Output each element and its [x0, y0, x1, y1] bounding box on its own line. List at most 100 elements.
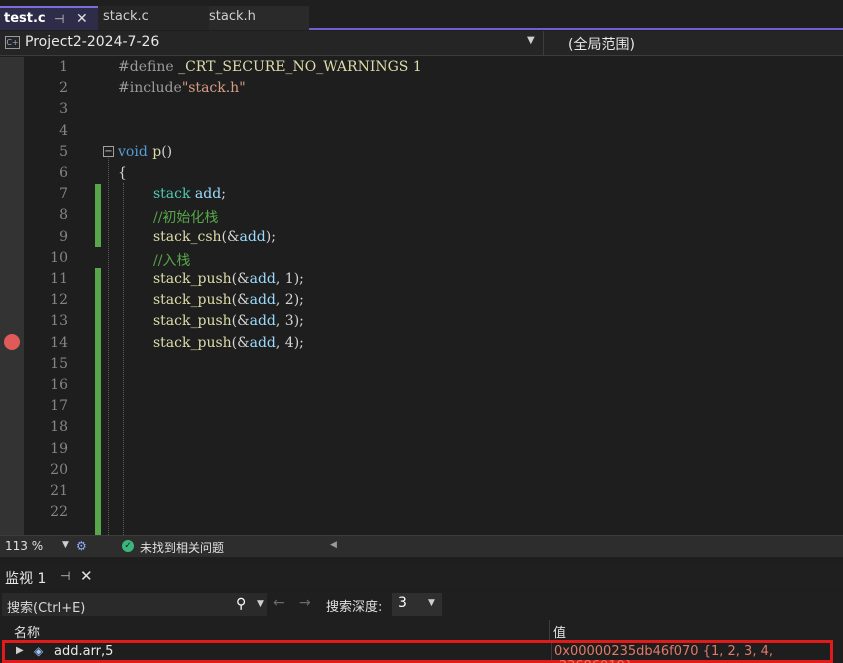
- tab-label: stack.h: [209, 9, 256, 24]
- code-token: (): [161, 144, 173, 160]
- scope-dropdown[interactable]: (全局范围): [568, 34, 635, 54]
- code-line: {: [118, 165, 127, 181]
- code-token: , 4);: [275, 335, 304, 351]
- code-token: stack_push: [153, 313, 232, 329]
- chevron-down-icon[interactable]: ▼: [428, 598, 435, 608]
- code-comment: //入栈: [153, 253, 191, 269]
- line-number: 8: [59, 207, 68, 223]
- line-number: 16: [50, 377, 68, 393]
- tab-stack-c[interactable]: stack.c: [98, 6, 210, 30]
- code-token: add: [249, 271, 276, 287]
- search-input[interactable]: 搜索(Ctrl+E) ⚲ ▼: [2, 593, 267, 616]
- issues-status[interactable]: 未找到相关问题: [140, 539, 224, 556]
- watch-panel-title[interactable]: 监视 1: [5, 568, 46, 588]
- chevron-down-icon[interactable]: ▼: [527, 35, 535, 46]
- check-circle-icon: ✓: [122, 540, 134, 552]
- arrow-left-icon[interactable]: ←: [273, 595, 285, 611]
- code-comment: //初始化栈: [153, 210, 219, 226]
- code-token: , 1);: [275, 271, 304, 287]
- column-header-value[interactable]: 值: [553, 622, 566, 641]
- tab-stack-h[interactable]: stack.h: [209, 6, 309, 30]
- code-line: #include"stack.h": [118, 80, 246, 96]
- line-number: 14: [50, 335, 68, 351]
- code-cleanup-icon[interactable]: ⚙: [76, 539, 87, 553]
- line-number: 6: [59, 165, 68, 181]
- code-line: stack_push(&add, 3);: [153, 313, 304, 329]
- close-icon[interactable]: ✕: [76, 8, 88, 30]
- chevron-right-icon[interactable]: ▶: [16, 645, 24, 656]
- code-line: void p(): [118, 144, 172, 160]
- code-token: p: [147, 144, 162, 160]
- arrow-right-icon[interactable]: →: [299, 595, 311, 611]
- code-token: add: [190, 186, 222, 202]
- line-number: 7: [59, 186, 68, 202]
- tab-label: test.c: [4, 11, 46, 26]
- line-number: 11: [50, 271, 68, 287]
- code-token: stack: [153, 186, 191, 202]
- close-icon[interactable]: ✕: [80, 567, 93, 585]
- line-number: 20: [50, 462, 68, 478]
- scroll-left-icon[interactable]: ◀: [330, 540, 337, 550]
- watch-value-cell[interactable]: 0x00000235db46f070 {1, 2, 3, 4, -3368601…: [554, 644, 830, 663]
- tab-label: stack.c: [103, 9, 149, 24]
- code-line: #define _CRT_SECURE_NO_WARNINGS 1: [118, 59, 422, 75]
- line-number: 4: [59, 123, 68, 139]
- code-token: stack_push: [153, 292, 232, 308]
- line-number: 21: [50, 483, 68, 499]
- tab-bar: test.c ⊣ ✕ stack.c stack.h: [0, 0, 843, 30]
- divider: [543, 31, 544, 56]
- code-token: _CRT_SECURE_NO_WARNINGS 1: [173, 59, 422, 75]
- pin-icon[interactable]: ⊣: [60, 569, 70, 583]
- watch-toolbar: 搜索(Ctrl+E) ⚲ ▼ ← → 搜索深度: 3 ▼: [0, 591, 843, 618]
- search-depth-select[interactable]: 3 ▼: [392, 593, 442, 616]
- line-number: 5: [59, 144, 68, 160]
- editor-status-bar: 113 % ▼ ⚙ ✓ 未找到相关问题 ◀: [0, 535, 843, 557]
- code-line: stack add;: [153, 186, 226, 202]
- line-number: 13: [50, 313, 68, 329]
- breakpoint-icon[interactable]: [4, 334, 20, 350]
- line-number: 12: [50, 292, 68, 308]
- line-number: 10: [50, 250, 68, 266]
- column-header-name[interactable]: 名称: [14, 622, 40, 641]
- code-token: add: [239, 229, 266, 245]
- code-token: #include: [118, 80, 182, 96]
- chevron-down-icon[interactable]: ▼: [62, 540, 69, 550]
- line-number: 1: [59, 59, 68, 75]
- indent-guide: [123, 183, 124, 535]
- code-token: (&: [231, 271, 250, 287]
- watch-name-cell[interactable]: add.arr,5: [54, 644, 113, 659]
- code-token: stack_push: [153, 271, 232, 287]
- code-line: stack_push(&add, 1);: [153, 271, 304, 287]
- code-token: add: [249, 335, 276, 351]
- search-depth-label: 搜索深度:: [326, 600, 383, 615]
- code-token: #define: [118, 59, 174, 75]
- column-divider[interactable]: [549, 620, 550, 640]
- collapse-icon[interactable]: −: [103, 146, 114, 157]
- code-editor[interactable]: 1 2 3 4 5 6 7 8 9 10 11 12 13 14 15 16 1…: [0, 57, 843, 535]
- project-dropdown[interactable]: Project2-2024-7-26: [25, 34, 159, 50]
- code-token: stack_push: [153, 335, 232, 351]
- line-number: 3: [59, 101, 68, 117]
- search-placeholder: 搜索(Ctrl+E): [7, 601, 86, 616]
- code-token: (&: [231, 335, 250, 351]
- pin-icon[interactable]: ⊣: [54, 8, 64, 30]
- change-indicator: [95, 268, 101, 535]
- table-row[interactable]: ▶ ◈ add.arr,5 0x00000235db46f070 {1, 2, …: [2, 640, 833, 663]
- project-icon: C+: [5, 36, 20, 49]
- code-token: ;: [221, 186, 226, 202]
- watch-column-headers: 名称 值: [0, 620, 843, 641]
- search-icon[interactable]: ⚲: [236, 596, 246, 612]
- line-number: 15: [50, 356, 68, 372]
- breakpoint-margin[interactable]: [0, 57, 24, 535]
- code-token: add: [249, 292, 276, 308]
- tab-test-c[interactable]: test.c ⊣ ✕: [0, 6, 98, 30]
- zoom-level[interactable]: 113 %: [5, 539, 43, 553]
- line-number: 19: [50, 441, 68, 457]
- code-line: stack_push(&add, 2);: [153, 292, 304, 308]
- chevron-down-icon[interactable]: ▼: [257, 599, 264, 609]
- code-token: (&: [221, 229, 240, 245]
- code-token: stack_csh: [153, 229, 222, 245]
- code-token: );: [265, 229, 276, 245]
- variable-icon: ◈: [34, 644, 44, 658]
- code-token: , 2);: [275, 292, 304, 308]
